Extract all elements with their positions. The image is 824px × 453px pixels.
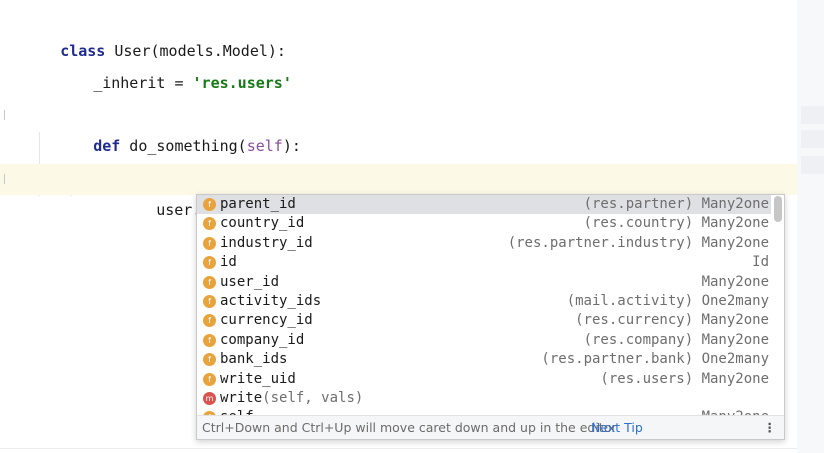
completion-item-label: activity_ids — [220, 292, 322, 309]
code-line[interactable]: for user in self: — [0, 132, 797, 187]
completion-item-type: (res.currency) Many2one — [575, 312, 769, 329]
completion-popup[interactable]: f parent_id (res.partner) Many2one f country… — [196, 194, 785, 440]
current-code-line[interactable]: user.parent_id. — [0, 164, 797, 219]
field-icon: f — [203, 256, 216, 270]
code-line[interactable]: class User(models.Model): — [0, 5, 797, 60]
field-icon: f — [203, 333, 216, 347]
completion-item-label: id — [220, 254, 237, 271]
completion-item-type: (res.partner.industry) Many2one — [507, 234, 769, 251]
completion-item-type: Many2one — [701, 273, 769, 290]
completion-item-label: write_uid — [220, 370, 296, 387]
code-line[interactable]: def do_something(self): — [0, 100, 797, 155]
next-tip-link[interactable]: Next Tip — [591, 416, 643, 439]
completion-item-name: write_uid — [220, 370, 296, 389]
completion-footer: Ctrl+Down and Ctrl+Up will move caret do… — [197, 415, 784, 439]
completion-item[interactable]: f country_id (res.country) Many2one — [197, 214, 771, 233]
completion-item-label: bank_ids — [220, 351, 288, 368]
completion-item[interactable]: fselfMany2one — [197, 408, 771, 415]
completion-item-name: write(self, vals) — [220, 389, 363, 408]
field-icon: f — [203, 372, 216, 386]
completion-item-label: currency_id — [220, 312, 313, 329]
more-options-icon[interactable]: ⋮ — [764, 416, 777, 439]
completion-item-name: company_id — [220, 331, 304, 350]
completion-item[interactable]: f id Id — [197, 253, 771, 272]
completion-item-label: parent_id — [220, 196, 296, 212]
completion-item-label: write — [220, 389, 263, 406]
completion-item-type: (res.country) Many2one — [583, 215, 769, 232]
panel-block — [801, 156, 824, 174]
fold-marker[interactable] — [4, 174, 5, 184]
completion-item-name: parent_id — [220, 195, 296, 214]
tip-text: Ctrl+Down and Ctrl+Up will move caret do… — [202, 420, 617, 435]
method-icon: m — [203, 391, 216, 405]
fold-marker[interactable] — [4, 110, 5, 120]
field-icon: f — [203, 198, 216, 211]
code-line[interactable]: _inherit = 'res.users' — [0, 37, 797, 92]
completion-item-type: (res.company) Many2one — [583, 331, 769, 348]
field-icon: f — [203, 275, 216, 289]
completion-item-label: country_id — [220, 215, 305, 232]
completion-item-type: (res.partner.bank) One2many — [541, 351, 769, 368]
completion-item[interactable]: f user_id Many2one — [197, 273, 771, 292]
field-icon: f — [203, 353, 216, 367]
panel-block — [801, 106, 824, 124]
completion-item-type: (res.users) Many2one — [600, 370, 769, 387]
completion-item-name: currency_id — [220, 311, 313, 330]
code-text: user. — [156, 201, 202, 219]
field-icon: f — [203, 314, 216, 328]
field-icon: f — [203, 236, 216, 250]
completion-item-label: company_id — [220, 331, 305, 348]
code-line[interactable] — [0, 69, 797, 100]
completion-item-name: user_id — [220, 273, 279, 292]
completion-item-type: (mail.activity) One2many — [566, 292, 769, 309]
completion-item-name: id — [220, 253, 237, 272]
completion-item-signature: (self, vals) — [262, 389, 364, 406]
field-icon: f — [203, 294, 216, 308]
completion-item[interactable]: f company_id (res.company) Many2one — [197, 331, 771, 350]
completion-item-type: Id — [752, 254, 769, 271]
completion-item-name: industry_id — [220, 234, 313, 253]
completion-item-name: bank_ids — [220, 350, 287, 369]
completion-item-type: Many2one — [702, 408, 769, 415]
completion-item-label: user_id — [220, 273, 280, 290]
completion-list[interactable]: f parent_id (res.partner) Many2one f country… — [197, 195, 771, 415]
completion-item[interactable]: m write(self, vals) — [197, 389, 771, 408]
completion-item-name: country_id — [220, 214, 304, 233]
completion-scrollbar[interactable] — [774, 196, 782, 222]
completion-item-type: (res.partner) Many2one — [583, 196, 769, 212]
completion-item[interactable]: f bank_ids (res.partner.bank) One2many — [197, 350, 771, 369]
field-icon: f — [203, 217, 216, 231]
panel-block — [801, 130, 824, 148]
right-panel-strip — [797, 0, 824, 453]
completion-item[interactable]: f parent_id (res.partner) Many2one — [197, 195, 771, 215]
completion-item[interactable]: f industry_id (res.partner.industry) Many2… — [197, 234, 771, 253]
completion-item-name: self — [220, 408, 254, 415]
completion-item-label: industry_id — [220, 234, 313, 251]
completion-item[interactable]: f activity_ids (mail.activity) One2many — [197, 292, 771, 311]
completion-item-name: activity_ids — [220, 292, 321, 311]
completion-item[interactable]: f currency_id (res.currency) Many2one — [197, 311, 771, 330]
completion-item[interactable]: f write_uid (res.users) Many2one — [197, 370, 771, 389]
